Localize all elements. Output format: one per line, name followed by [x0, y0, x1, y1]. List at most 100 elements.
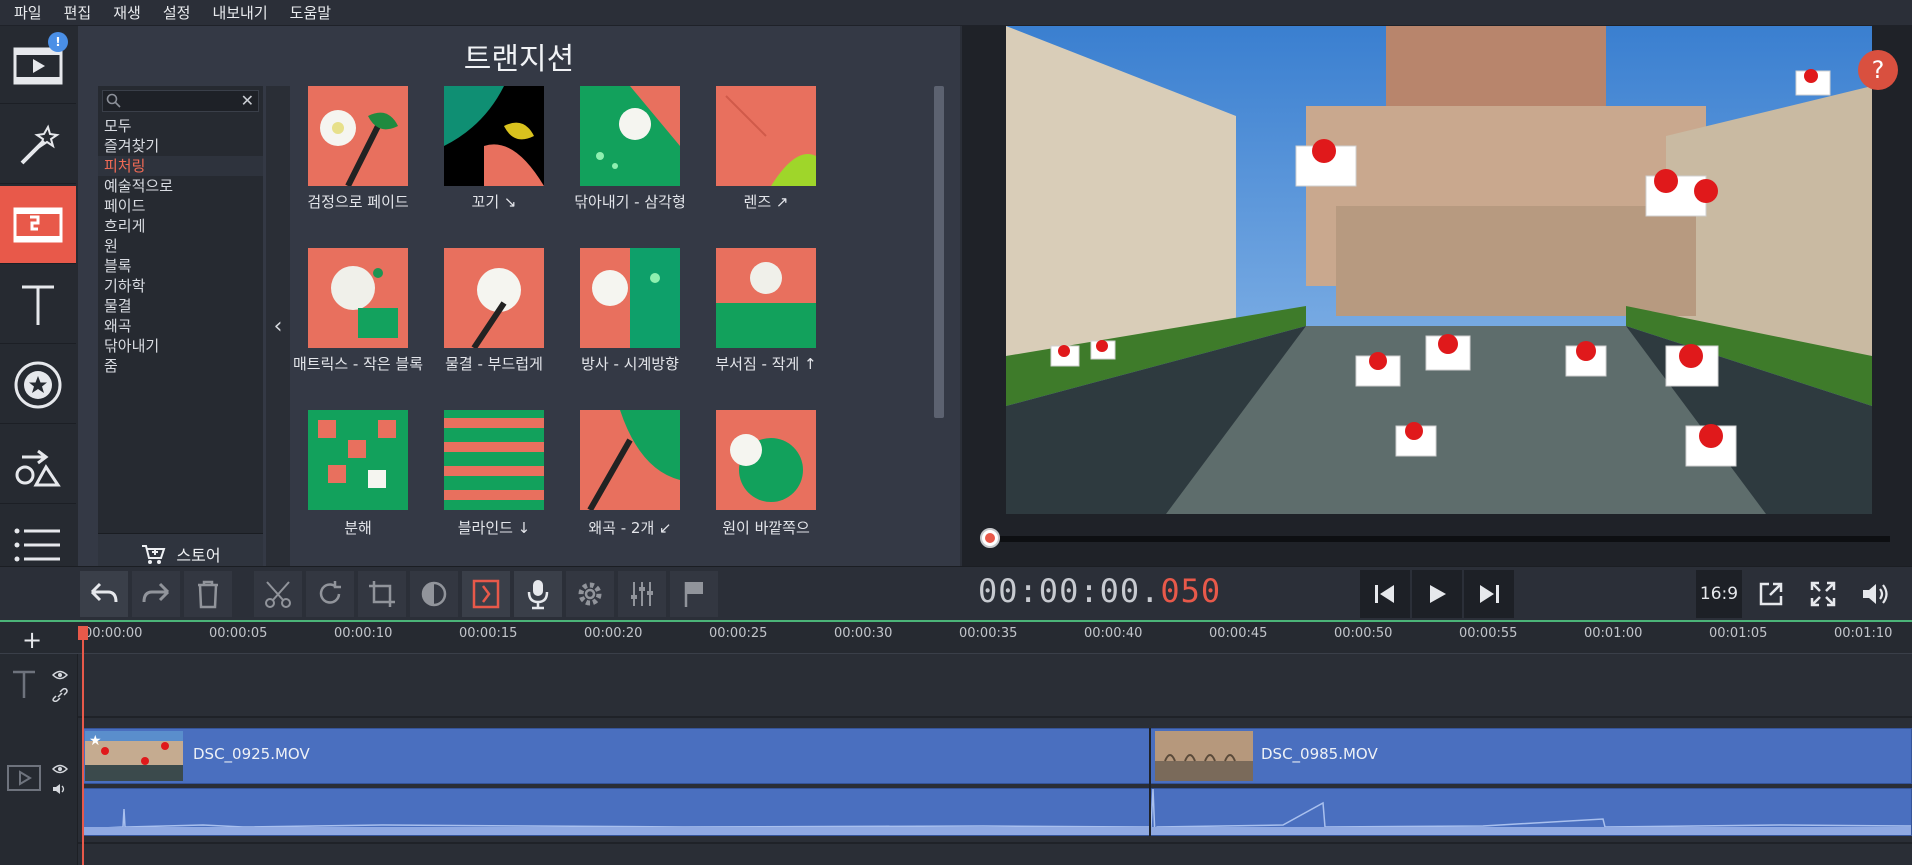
previous-frame-button[interactable] [1360, 570, 1410, 618]
add-marker-button[interactable] [670, 571, 718, 617]
category-favorites[interactable]: 즐겨찾기 [98, 136, 263, 156]
media-import-button[interactable]: ! [0, 26, 76, 104]
video-clip[interactable]: DSC_0985.MOV [1150, 728, 1912, 784]
delete-button[interactable] [184, 571, 232, 617]
menu-file[interactable]: 파일 [14, 2, 42, 23]
playhead-handle[interactable] [78, 626, 88, 640]
play-icon [1430, 585, 1446, 603]
rotate-button[interactable] [306, 571, 354, 617]
store-label: 스토어 [176, 545, 221, 565]
seek-handle[interactable] [980, 528, 1000, 548]
category-artistic[interactable]: 예술적으로 [98, 176, 263, 196]
star-icon: ★ [89, 733, 102, 749]
wipe-triangle-thumbnail [580, 86, 680, 186]
cut-button[interactable] [254, 571, 302, 617]
popout-preview-button[interactable] [1748, 570, 1794, 618]
transition-thumb[interactable] [308, 248, 408, 348]
preview-frame-image [1006, 26, 1872, 514]
category-geometric[interactable]: 기하학 [98, 276, 263, 296]
category-wipe[interactable]: 닦아내기 [98, 336, 263, 356]
volume-button[interactable] [1852, 570, 1898, 618]
microphone-icon [527, 580, 549, 610]
speaker-icon [1863, 584, 1888, 604]
menu-edit[interactable]: 편집 [64, 2, 92, 23]
timecode-milliseconds: 050 [1160, 572, 1222, 610]
search-field[interactable]: ✕ [102, 90, 259, 112]
transition-thumb[interactable] [444, 410, 544, 510]
playhead-line[interactable] [82, 628, 84, 865]
category-all[interactable]: 모두 [98, 116, 263, 136]
crop-button[interactable] [358, 571, 406, 617]
waveform-graphic [83, 789, 1911, 835]
transition-properties-button[interactable] [462, 571, 510, 617]
titles-button[interactable] [0, 266, 76, 344]
transition-label: 분해 [344, 519, 372, 537]
audio-waveform[interactable] [82, 788, 1912, 836]
vertical-scrollbar[interactable] [934, 86, 944, 418]
help-button[interactable]: ? [1858, 50, 1898, 90]
undo-button[interactable] [80, 571, 128, 617]
notification-badge: ! [48, 32, 68, 52]
filters-button[interactable] [0, 106, 76, 184]
link-icon[interactable] [52, 688, 68, 702]
menu-export[interactable]: 내보내기 [212, 2, 267, 23]
transition-thumb[interactable] [716, 410, 816, 510]
visibility-eye-icon[interactable] [52, 764, 68, 774]
preview-seek-bar[interactable] [988, 536, 1890, 542]
color-adjust-button[interactable] [410, 571, 458, 617]
transitions-button[interactable] [0, 186, 76, 264]
category-list: ✕ 모두 즐겨찾기 피처링 예술적으로 페이드 흐리게 원 블록 기하학 물결 … [98, 86, 263, 574]
add-track-button[interactable]: + [22, 626, 42, 654]
menu-playback[interactable]: 재생 [113, 2, 141, 23]
speaker-icon[interactable] [52, 782, 68, 796]
category-zoom[interactable]: 줌 [98, 356, 263, 376]
transition-thumb[interactable] [308, 86, 408, 186]
collapse-panel-button[interactable]: ‹ [266, 86, 290, 566]
transition-label: 물결 - 부드럽게 [445, 355, 543, 373]
clip-boundary [1149, 728, 1151, 836]
transition-thumb[interactable] [580, 86, 680, 186]
transition-thumb[interactable] [716, 86, 816, 186]
menu-settings[interactable]: 설정 [163, 2, 191, 23]
category-fade[interactable]: 페이드 [98, 196, 263, 216]
track-headers [0, 654, 78, 865]
flower-thumbnail [308, 86, 408, 186]
play-button[interactable] [1412, 570, 1462, 618]
clip-name: DSC_0985.MOV [1261, 745, 1378, 763]
shapes-button[interactable] [0, 426, 76, 504]
video-clip[interactable]: ★ DSC_0925.MOV [82, 728, 1150, 784]
category-distort[interactable]: 왜곡 [98, 316, 263, 336]
visibility-eye-icon[interactable] [52, 670, 68, 680]
transition-thumb[interactable] [444, 86, 544, 186]
transition-label: 왜곡 - 2개 ↙ [588, 519, 672, 537]
menu-bar: 파일 편집 재생 설정 내보내기 도움말 [0, 0, 1912, 26]
menu-help[interactable]: 도움말 [290, 2, 331, 23]
fullscreen-button[interactable] [1800, 570, 1846, 618]
redo-icon [142, 582, 170, 603]
transition-thumb[interactable] [580, 410, 680, 510]
transition-thumb[interactable] [716, 248, 816, 348]
category-block[interactable]: 블록 [98, 256, 263, 276]
transition-thumb[interactable] [308, 410, 408, 510]
redo-button[interactable] [132, 571, 180, 617]
clip-thumbnail [1155, 731, 1253, 781]
clear-search-icon[interactable]: ✕ [241, 91, 254, 110]
timeline-ruler[interactable]: + 00:00:00 00:00:05 00:00:10 00:00:15 00… [0, 622, 1912, 654]
shapes-icon [15, 449, 61, 486]
stickers-button[interactable] [0, 346, 76, 424]
category-blur[interactable]: 흐리게 [98, 216, 263, 236]
aspect-ratio-button[interactable]: 16:9 [1696, 570, 1742, 618]
transition-properties-icon [472, 579, 500, 609]
category-circle[interactable]: 원 [98, 236, 263, 256]
category-wave[interactable]: 물결 [98, 296, 263, 316]
clip-properties-button[interactable] [566, 571, 614, 617]
transition-thumb[interactable] [580, 248, 680, 348]
next-frame-button[interactable] [1464, 570, 1514, 618]
record-voice-button[interactable] [514, 571, 562, 617]
blinds-thumbnail [444, 410, 544, 510]
audio-equalizer-button[interactable] [618, 571, 666, 617]
shatter-thumbnail [716, 248, 816, 348]
category-featured[interactable]: 피처링 [98, 156, 263, 176]
transition-thumb[interactable] [444, 248, 544, 348]
video-preview [1006, 26, 1872, 514]
